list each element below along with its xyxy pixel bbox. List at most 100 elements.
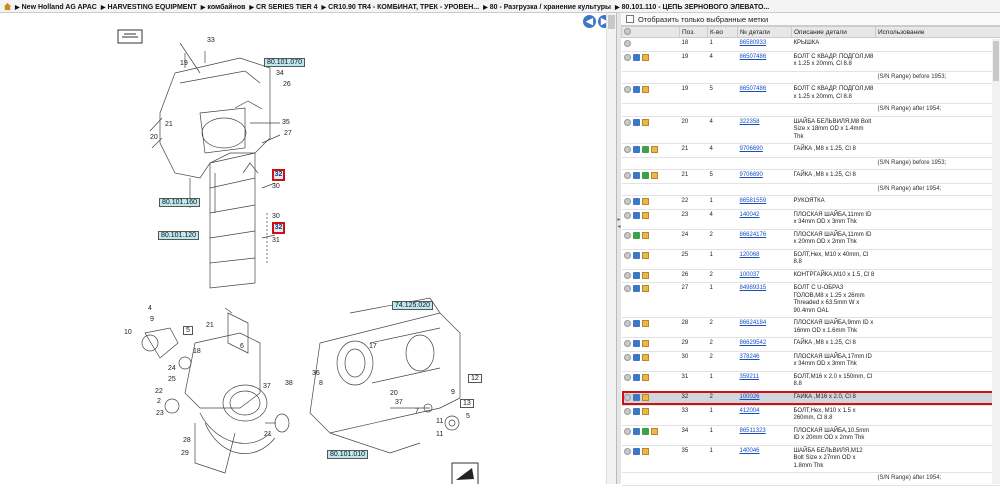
part-number-link[interactable]: 412004 xyxy=(740,408,760,414)
callout[interactable]: 20 xyxy=(150,134,158,141)
highlighted-callout[interactable]: 32 xyxy=(272,222,285,234)
header-qty[interactable]: К-во xyxy=(708,27,738,38)
part-number-link[interactable]: 9706690 xyxy=(740,146,763,152)
part-number-link[interactable]: 100037 xyxy=(740,272,760,278)
add-to-cart-icon[interactable] xyxy=(633,285,640,292)
info-icon[interactable] xyxy=(624,54,631,61)
table-row[interactable]: 18186580933КРЫШКА xyxy=(622,38,1000,52)
add-to-cart-icon[interactable] xyxy=(633,54,640,61)
add-to-cart-icon[interactable] xyxy=(633,320,640,327)
part-number-link[interactable]: 140042 xyxy=(740,212,760,218)
part-number-link[interactable]: 120068 xyxy=(740,252,760,258)
info-icon[interactable] xyxy=(624,394,631,401)
ref-box[interactable]: 74.125.020 xyxy=(392,301,433,310)
info-icon[interactable] xyxy=(624,340,631,347)
part-number-link[interactable]: 86581559 xyxy=(740,198,767,204)
callout[interactable]: 38 xyxy=(285,380,293,387)
info-icon[interactable] xyxy=(624,252,631,259)
callout[interactable]: 7 xyxy=(415,408,419,415)
callout[interactable]: 26 xyxy=(283,81,291,88)
callout[interactable]: 37 xyxy=(395,399,403,406)
add-to-cart-icon[interactable] xyxy=(633,172,640,179)
show-selected-only-checkbox[interactable] xyxy=(626,15,634,23)
part-number-link[interactable]: 86511323 xyxy=(740,428,766,434)
add-to-cart-icon[interactable] xyxy=(633,374,640,381)
callout[interactable]: 4 xyxy=(148,305,152,312)
alternate-part-icon[interactable] xyxy=(642,428,649,435)
usage-note-row[interactable]: (S/N Range) after 1954; xyxy=(622,473,1000,486)
table-row[interactable]: 2159706690ГАЙКА ,M8 x 1.25, Cl 8 xyxy=(622,170,1000,184)
table-row[interactable]: 331412004БОЛТ,Hex, M10 x 1.5 x 260mm, Cl… xyxy=(622,405,1000,425)
info-icon[interactable] xyxy=(624,198,631,205)
package-icon[interactable] xyxy=(642,374,649,381)
package-icon[interactable] xyxy=(651,172,658,179)
ref-box[interactable]: 80.101.160 xyxy=(159,198,200,207)
table-row[interactable]: 19486507486БОЛТ С КВАДР. ПОДГОЛ,M8 x 1.2… xyxy=(622,51,1000,71)
table-row[interactable]: 29286629542ГАЙКА ,M8 x 1.25, Cl 8 xyxy=(622,338,1000,352)
info-icon[interactable] xyxy=(624,408,631,415)
part-number-link[interactable]: 86507486 xyxy=(740,86,767,92)
callout[interactable]: 31 xyxy=(272,237,280,244)
package-icon[interactable] xyxy=(642,198,649,205)
package-icon[interactable] xyxy=(642,354,649,361)
table-row[interactable]: 234140042ПЛОСКАЯ ШАЙБА,11mm ID x 34mm OD… xyxy=(622,209,1000,229)
callout[interactable]: 23 xyxy=(156,410,164,417)
add-to-cart-icon[interactable] xyxy=(633,408,640,415)
package-icon[interactable] xyxy=(642,252,649,259)
alternate-part-icon[interactable] xyxy=(633,232,640,239)
info-icon[interactable] xyxy=(624,86,631,93)
callout[interactable]: 9 xyxy=(451,389,455,396)
add-to-cart-icon[interactable] xyxy=(633,212,640,219)
table-row[interactable]: 27184989315БОЛТ С U-ОБРАЗ ГОЛОВ,M8 x 1.2… xyxy=(622,283,1000,318)
add-to-cart-icon[interactable] xyxy=(633,119,640,126)
highlighted-callout[interactable]: 32 xyxy=(272,169,285,181)
callout[interactable]: 36 xyxy=(312,370,320,377)
part-number-link[interactable]: 86629542 xyxy=(740,340,767,346)
part-number-link[interactable]: 9706690 xyxy=(740,172,763,178)
breadcrumb-item[interactable]: ▶80 - Разгрузка / хранение культуры xyxy=(483,4,611,11)
breadcrumb-item[interactable]: ▶New Holland AG APAC xyxy=(15,4,97,11)
table-row[interactable]: 24286624176ПЛОСКАЯ ШАЙБА,11mm ID x 20mm … xyxy=(622,229,1000,249)
callout[interactable]: 34 xyxy=(276,70,284,77)
table-row[interactable]: 262100037КОНТРГАЙКА,M10 x 1.5, Cl 8 xyxy=(622,269,1000,283)
info-icon[interactable] xyxy=(624,428,631,435)
info-icon[interactable] xyxy=(624,172,631,179)
callout[interactable]: 20 xyxy=(390,390,398,397)
info-icon[interactable] xyxy=(624,232,631,239)
part-number-link[interactable]: 359211 xyxy=(740,374,760,380)
package-icon[interactable] xyxy=(651,428,658,435)
callout[interactable]: 29 xyxy=(181,450,189,457)
usage-note-row[interactable]: (S/N Range) after 1954; xyxy=(622,183,1000,196)
diagram-scrollbar[interactable] xyxy=(606,13,616,484)
package-icon[interactable] xyxy=(642,340,649,347)
breadcrumb-item[interactable]: ▶HARVESTING EQUIPMENT xyxy=(101,4,197,11)
header-usage[interactable]: Использование xyxy=(876,27,1000,38)
part-number-link[interactable]: 140046 xyxy=(740,448,760,454)
callout[interactable]: 8 xyxy=(319,380,323,387)
alternate-part-icon[interactable] xyxy=(642,146,649,153)
package-icon[interactable] xyxy=(642,212,649,219)
callout[interactable]: 21 xyxy=(206,322,214,329)
package-icon[interactable] xyxy=(642,394,649,401)
ref-box[interactable]: 80.101.010 xyxy=(327,450,368,459)
package-icon[interactable] xyxy=(642,86,649,93)
table-row[interactable]: 311359211БОЛТ,M16 x 2.0 x 150mm, Cl 8.8 xyxy=(622,371,1000,391)
package-icon[interactable] xyxy=(642,448,649,455)
callout[interactable]: 27 xyxy=(284,130,292,137)
header-description[interactable]: Описание детали xyxy=(792,27,876,38)
parts-diagram[interactable]: ◀ ▶ xyxy=(0,13,617,484)
add-to-cart-icon[interactable] xyxy=(633,198,640,205)
usage-note-row[interactable]: (S/N Range) after 1954; xyxy=(622,104,1000,117)
info-icon[interactable] xyxy=(624,212,631,219)
home-icon[interactable] xyxy=(3,2,12,11)
callout[interactable]: 17 xyxy=(369,343,377,350)
package-icon[interactable] xyxy=(642,285,649,292)
add-to-cart-icon[interactable] xyxy=(633,354,640,361)
add-to-cart-icon[interactable] xyxy=(633,86,640,93)
callout[interactable]: 2 xyxy=(157,398,161,405)
table-row[interactable]: 351140046ШАЙБА БЕЛЬВИЛЯ,M12 Bolt Size x … xyxy=(622,445,1000,473)
alternate-part-icon[interactable] xyxy=(642,172,649,179)
info-icon[interactable] xyxy=(624,40,631,47)
info-icon[interactable] xyxy=(624,119,631,126)
info-icon[interactable] xyxy=(624,285,631,292)
